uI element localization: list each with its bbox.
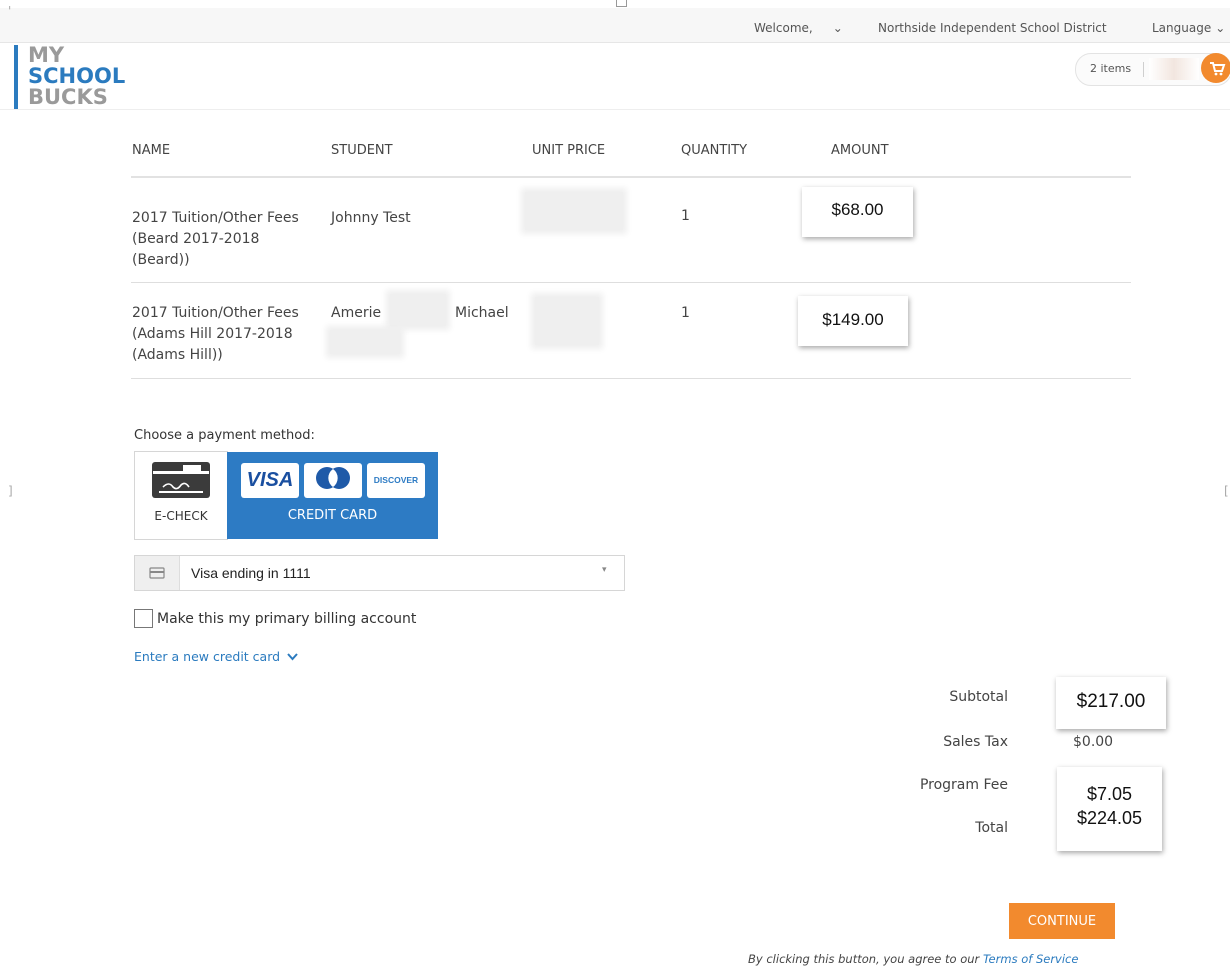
item-name: 2017 Tuition/Other Fees (Beard 2017-2018… (132, 208, 322, 271)
enter-new-card-link[interactable]: Enter a new credit card (134, 649, 298, 664)
visa-logo-icon: VISA (241, 463, 299, 498)
top-navigation-bar: Welcome, ⌄ Northside Independent School D… (0, 8, 1230, 43)
resize-handle (616, 0, 627, 7)
primary-billing-label: Make this my primary billing account (157, 611, 417, 627)
redacted-unit-price (525, 192, 623, 230)
payment-method-label: Choose a payment method: (134, 428, 315, 443)
chevron-down-icon: ⌄ (1215, 21, 1226, 35)
dropdown-arrow-icon: ▾ (602, 565, 607, 575)
column-header-name: NAME (132, 143, 171, 158)
column-header-student: STUDENT (331, 143, 393, 158)
student-name: Johnny Test (331, 210, 411, 226)
terms-notice: By clicking this button, you agree to ou… (748, 952, 1078, 966)
card-icon (135, 556, 180, 590)
cart-icon[interactable] (1201, 53, 1230, 83)
redacted-student-name (390, 294, 446, 326)
credit-card-label: CREDIT CARD (287, 508, 378, 523)
total-value: $224.05 (1076, 808, 1143, 828)
item-name-line: (Beard)) (132, 252, 190, 268)
selected-account-value: Visa ending in 1111 (191, 565, 311, 581)
left-edge-mark: ] (8, 484, 13, 498)
primary-billing-checkbox[interactable] (134, 609, 153, 628)
amount-value: $149.00 (798, 296, 908, 346)
right-edge-mark: [ (1224, 484, 1229, 498)
logo-word-school: SCHOOL (28, 64, 126, 88)
new-card-link-text: Enter a new credit card (134, 649, 281, 664)
row-divider (131, 282, 1131, 283)
column-header-unit-price: UNIT PRICE (532, 143, 606, 158)
fee-total-box: $7.05 $224.05 (1057, 767, 1162, 851)
mastercard-circles-icon (316, 467, 350, 489)
redacted-student-name (330, 330, 400, 354)
subtotal-value: $217.00 (1056, 677, 1166, 729)
item-name-line: 2017 Tuition/Other Fees (132, 210, 299, 226)
logo-accent-bar (14, 45, 18, 109)
row-divider (131, 378, 1131, 379)
program-fee-label: Program Fee (919, 777, 1008, 793)
cart-count: 2 items (1090, 62, 1132, 75)
redacted-cart-total (1149, 58, 1199, 80)
total-label: Total (975, 820, 1008, 836)
echeck-label: E-CHECK (154, 509, 208, 523)
echeck-option[interactable]: E-CHECK (134, 451, 228, 540)
window-corner-mark: ' (8, 4, 12, 18)
quantity-value: 1 (681, 208, 690, 224)
item-name-line: (Adams Hill 2017-2018 (132, 326, 293, 342)
check-icon (152, 462, 210, 498)
divider (1143, 62, 1144, 77)
shopping-cart-icon (1210, 62, 1226, 76)
district-name[interactable]: Northside Independent School District (878, 21, 1107, 35)
item-name-line: (Adams Hill)) (132, 347, 223, 363)
welcome-menu[interactable]: Welcome, ⌄ (754, 21, 843, 35)
chevron-down-icon (287, 653, 298, 661)
amount-value: $68.00 (802, 187, 913, 237)
program-fee-value: $7.05 (1086, 784, 1133, 804)
billing-account-select[interactable]: Visa ending in 1111 ▾ (134, 555, 625, 591)
welcome-label: Welcome, (754, 21, 813, 35)
credit-card-icon (149, 567, 165, 579)
item-name-line: 2017 Tuition/Other Fees (132, 305, 299, 321)
quantity-value: 1 (681, 305, 690, 321)
item-name: 2017 Tuition/Other Fees (Adams Hill 2017… (132, 303, 322, 366)
subtotal-label: Subtotal (949, 689, 1008, 705)
student-last-name: Michael (455, 305, 509, 321)
chevron-down-icon: ⌄ (832, 21, 843, 35)
site-header: MY SCHOOL BUCKS 2 items (0, 43, 1230, 110)
redacted-unit-price (535, 297, 599, 345)
terms-notice-text: By clicking this button, you agree to ou… (748, 952, 980, 966)
column-header-quantity: QUANTITY (681, 143, 748, 158)
discover-logo-icon: DISCOVER (367, 463, 425, 498)
credit-card-option[interactable]: VISA DISCOVER CREDIT CARD (227, 452, 438, 539)
sales-tax-value: $0.00 (1073, 734, 1114, 750)
language-label: Language (1152, 21, 1212, 35)
mastercard-logo-icon (304, 463, 362, 498)
logo-word-my: MY (28, 43, 65, 67)
header-divider (131, 176, 1131, 178)
continue-button[interactable]: CONTINUE (1009, 903, 1115, 939)
terms-of-service-link[interactable]: Terms of Service (983, 952, 1079, 966)
column-header-amount: AMOUNT (831, 143, 889, 158)
sales-tax-label: Sales Tax (943, 734, 1008, 750)
logo-word-bucks: BUCKS (28, 85, 108, 109)
student-first-name: Amerie (331, 305, 382, 321)
language-menu[interactable]: Language ⌄ (1152, 21, 1225, 35)
item-name-line: (Beard 2017-2018 (132, 231, 260, 247)
